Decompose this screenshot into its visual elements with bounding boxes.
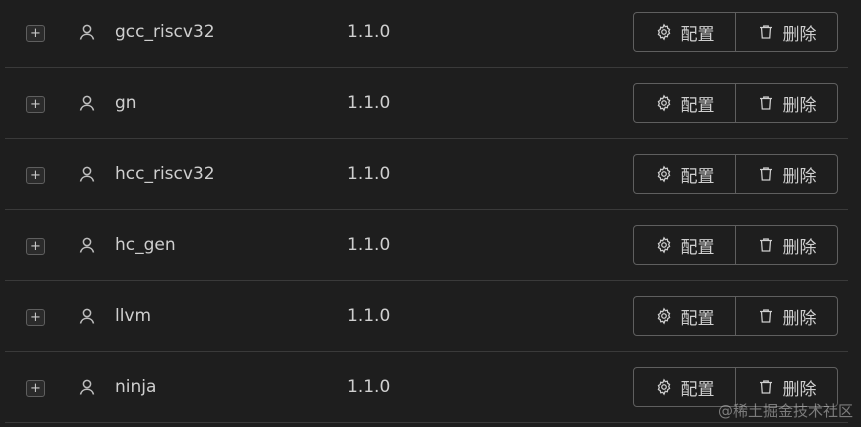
trash-icon [759,238,772,252]
plus-icon: + [30,310,41,325]
user-icon [79,166,95,182]
config-label: 配置 [680,308,715,329]
expand-button[interactable]: + [26,380,45,397]
delete-label: 删除 [782,166,817,187]
config-button[interactable]: 配置 [634,13,735,51]
package-version: 1.1.0 [347,306,391,326]
gear-icon [657,94,670,112]
delete-label: 删除 [782,237,817,258]
package-version: 1.1.0 [347,164,391,184]
package-version: 1.1.0 [347,235,391,255]
delete-button[interactable]: 删除 [735,13,837,51]
user-icon [79,379,95,395]
delete-button[interactable]: 删除 [735,226,837,264]
plus-icon: + [30,26,41,41]
action-group: 配置 删除 [633,12,838,52]
user-icon [79,95,95,111]
trash-icon [759,25,772,39]
config-label: 配置 [680,237,715,258]
config-button[interactable]: 配置 [634,297,735,335]
user-icon [79,308,95,324]
delete-button[interactable]: 删除 [735,84,837,122]
action-group: 配置 删除 [633,296,838,336]
package-version: 1.1.0 [347,93,391,113]
gear-icon [657,165,670,183]
plus-icon: + [30,381,41,396]
config-button[interactable]: 配置 [634,84,735,122]
list-item: + hc_gen 1.1.0 配置 删除 [5,210,848,281]
config-label: 配置 [680,95,715,116]
watermark: @稀土掘金技术社区 [717,402,853,420]
plus-icon: + [30,239,41,254]
action-group: 配置 删除 [633,225,838,265]
config-label: 配置 [680,166,715,187]
list-item: + gcc_riscv32 1.1.0 配置 删除 [5,0,848,68]
package-name: llvm [115,306,152,326]
delete-label: 删除 [782,95,817,116]
expand-button[interactable]: + [26,96,45,113]
expand-button[interactable]: + [26,25,45,42]
plus-icon: + [30,168,41,183]
user-icon [79,237,95,253]
trash-icon [759,96,772,110]
package-name: gcc_riscv32 [115,22,215,42]
trash-icon [759,309,772,323]
trash-icon [759,380,772,394]
config-label: 配置 [680,379,715,400]
delete-button[interactable]: 删除 [735,155,837,193]
package-name: hcc_riscv32 [115,164,215,184]
trash-icon [759,167,772,181]
package-name: gn [115,93,137,113]
delete-label: 删除 [782,308,817,329]
expand-button[interactable]: + [26,238,45,255]
gear-icon [657,23,670,41]
package-version: 1.1.0 [347,377,391,397]
user-icon [79,24,95,40]
gear-icon [657,378,670,396]
gear-icon [657,236,670,254]
gear-icon [657,307,670,325]
expand-button[interactable]: + [26,167,45,184]
package-version: 1.1.0 [347,22,391,42]
plus-icon: + [30,97,41,112]
delete-label: 删除 [782,379,817,400]
package-name: hc_gen [115,235,176,255]
list-item: + llvm 1.1.0 配置 删除 [5,281,848,352]
delete-label: 删除 [782,24,817,45]
config-button[interactable]: 配置 [634,155,735,193]
list-item: + gn 1.1.0 配置 删除 [5,68,848,139]
action-group: 配置 删除 [633,154,838,194]
action-group: 配置 删除 [633,83,838,123]
expand-button[interactable]: + [26,309,45,326]
config-button[interactable]: 配置 [634,226,735,264]
list-item: + hcc_riscv32 1.1.0 配置 删除 [5,139,848,210]
delete-button[interactable]: 删除 [735,297,837,335]
config-label: 配置 [680,24,715,45]
package-list: + gcc_riscv32 1.1.0 配置 删除 + gn 1.1.0 配置 [0,0,861,427]
package-name: ninja [115,377,157,397]
